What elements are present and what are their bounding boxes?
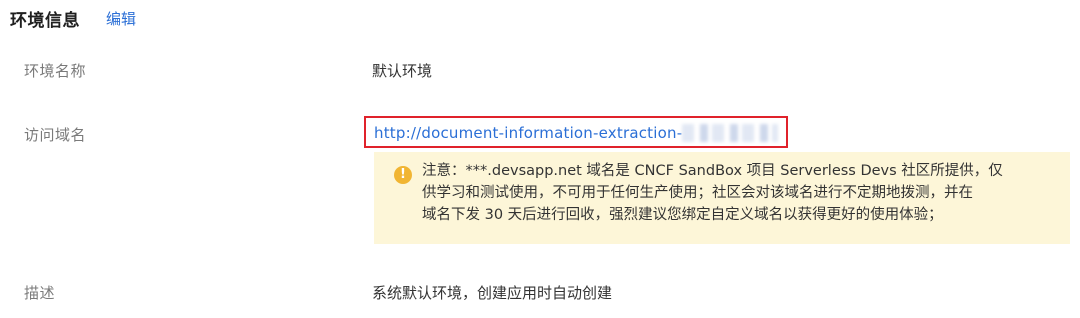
edit-link[interactable]: 编辑 bbox=[106, 8, 136, 29]
env-name-label: 环境名称 bbox=[24, 62, 87, 80]
redacted-domain-blur bbox=[682, 124, 778, 142]
notice-line: 供学习和测试使用，不可用于任何生产使用；社区会对该域名进行不定期地拨测，并在 bbox=[422, 185, 973, 201]
notice-line: 域名下发 30 天后进行回收，强烈建议您绑定自定义域名以获得更好的使用体验； bbox=[422, 207, 943, 223]
description-value: 系统默认环境，创建应用时自动创建 bbox=[372, 284, 613, 302]
environment-info-panel: 环境信息 编辑 环境名称 默认环境 访问域名 http://document-i… bbox=[0, 0, 1080, 318]
notice-line: 注意：***.devsapp.net 域名是 CNCF SandBox 项目 S… bbox=[422, 163, 1003, 179]
domain-label: 访问域名 bbox=[24, 126, 87, 144]
notice-text: 注意：***.devsapp.net 域名是 CNCF SandBox 项目 S… bbox=[422, 160, 1062, 226]
section-header: 环境信息 编辑 bbox=[10, 4, 136, 32]
domain-url-link[interactable]: http://document-information-extraction- bbox=[374, 124, 682, 142]
domain-highlight-box: http://document-information-extraction- bbox=[364, 116, 788, 148]
description-label: 描述 bbox=[24, 284, 56, 302]
domain-notice: ! 注意：***.devsapp.net 域名是 CNCF SandBox 项目… bbox=[374, 152, 1070, 244]
warning-icon: ! bbox=[394, 166, 412, 184]
section-title: 环境信息 bbox=[10, 10, 80, 31]
env-name-value: 默认环境 bbox=[372, 62, 433, 80]
